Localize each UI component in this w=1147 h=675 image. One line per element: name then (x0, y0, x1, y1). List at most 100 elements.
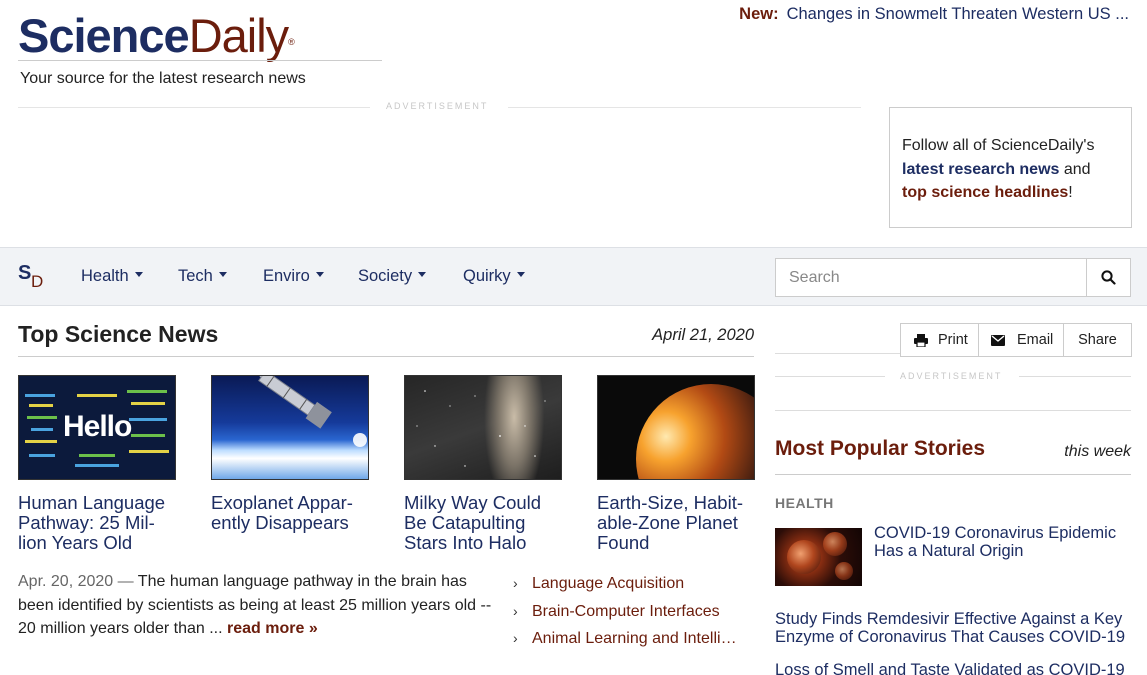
email-button[interactable]: Email (979, 324, 1063, 356)
word-decor (29, 454, 55, 457)
chevron-right-icon: › (513, 602, 518, 619)
story-thumbnail[interactable]: Hello (18, 375, 176, 480)
word-decor (75, 464, 119, 467)
related-topic-item[interactable]: › Animal Learning and Intelli… (513, 625, 753, 653)
printer-icon (914, 334, 928, 347)
nav-logo-s: S (18, 262, 32, 284)
related-topic-item[interactable]: › Language Acquisition (513, 570, 753, 598)
top-science-headlines-link[interactable]: top science headlines (902, 184, 1068, 201)
nav-tech[interactable]: Tech (178, 267, 227, 286)
new-headline-link[interactable]: Changes in Snowmelt Threaten Western US … (787, 5, 1129, 23)
story-thumbnail[interactable] (404, 375, 562, 480)
word-decor (29, 404, 53, 407)
summary-date: Apr. 20, 2020 — (18, 573, 134, 590)
story-thumbnail[interactable] (211, 375, 369, 480)
follow-bang: ! (1068, 184, 1073, 201)
new-headline-bar: New: Changes in Snowmelt Threaten Western… (739, 5, 1129, 24)
nav-enviro-label: Enviro (263, 267, 310, 285)
new-label: New: (739, 5, 779, 23)
word-decor (79, 454, 115, 457)
logo-daily: Daily (188, 9, 289, 62)
chevron-right-icon: › (513, 630, 518, 646)
sidebar-divider (775, 353, 900, 354)
related-topics-list: › Language Acquisition › Brain-Computer In… (513, 570, 753, 653)
chevron-down-icon (315, 272, 324, 278)
follow-and: and (1059, 160, 1091, 178)
search-button[interactable] (1086, 259, 1130, 296)
section-date: April 21, 2020 (652, 326, 754, 344)
latest-research-news-link[interactable]: latest research news (902, 161, 1059, 178)
popular-story-title[interactable]: COVID-19 Coronavirus Epidemic Has a Natu… (874, 524, 1131, 560)
side-ad-label: ADVERTISEMENT (900, 371, 1003, 381)
story-card[interactable]: Hello Human Language Pathway: 25 Mil- li… (18, 375, 176, 553)
story-summary: Apr. 20, 2020 — The human language pathw… (18, 570, 496, 641)
category-label: HEALTH (775, 495, 834, 511)
story-thumbnail[interactable] (597, 375, 755, 480)
site-logo[interactable]: ScienceDaily® (18, 9, 295, 62)
side-ad-divider-right (1019, 376, 1131, 377)
logo-divider (18, 60, 382, 61)
print-label: Print (938, 332, 968, 348)
chevron-down-icon (418, 272, 427, 278)
print-button[interactable]: Print (901, 324, 978, 356)
related-topic-item[interactable]: › Brain-Computer Interfaces (513, 598, 753, 626)
nav-home-logo[interactable]: S D (18, 262, 48, 292)
envelope-icon (991, 335, 1005, 346)
popular-divider (775, 474, 1131, 475)
search-box (775, 258, 1131, 297)
ad-divider-left (18, 107, 370, 108)
search-input[interactable] (776, 259, 1087, 296)
ad-label: ADVERTISEMENT (386, 101, 489, 111)
nav-quirky[interactable]: Quirky (463, 267, 525, 286)
chevron-down-icon (516, 272, 525, 278)
nav-health[interactable]: Health (81, 267, 143, 286)
side-ad-divider-left (775, 376, 885, 377)
chevron-down-icon (134, 272, 143, 278)
popular-title: Most Popular Stories (775, 437, 986, 460)
popular-story-title[interactable]: Study Finds Remdesivir Effective Against… (775, 610, 1135, 646)
thumbnail-hello-text: Hello (63, 410, 132, 443)
story-title[interactable]: Earth-Size, Habit- able-Zone Planet Foun… (597, 493, 755, 553)
virus-particle (787, 540, 821, 574)
story-title[interactable]: Human Language Pathway: 25 Mil- lion Yea… (18, 493, 176, 553)
stars-decor (416, 390, 546, 467)
story-title[interactable]: Exoplanet Appar- ently Disappears (211, 493, 369, 533)
word-decor (131, 434, 165, 437)
story-title[interactable]: Milky Way Could Be Catapulting Stars Int… (404, 493, 562, 553)
popular-period: this week (1064, 443, 1131, 460)
follow-text: Follow all of ScienceDaily's (902, 137, 1095, 154)
story-card[interactable]: Milky Way Could Be Catapulting Stars Int… (404, 375, 562, 553)
word-decor (129, 418, 167, 421)
story-card[interactable]: Exoplanet Appar- ently Disappears (211, 375, 369, 533)
word-decor (27, 416, 57, 419)
logo-science: Science (18, 9, 190, 62)
search-icon (1101, 270, 1116, 285)
word-decor (25, 440, 57, 443)
word-decor (131, 402, 165, 405)
nav-enviro[interactable]: Enviro (263, 267, 324, 286)
side-ad-bottom-divider (775, 410, 1131, 411)
satellite-icon (236, 376, 367, 447)
word-decor (77, 394, 117, 397)
ad-divider-right (508, 107, 861, 108)
popular-story-title[interactable]: Loss of Smell and Taste Validated as COV… (775, 661, 1135, 675)
email-label: Email (1017, 332, 1054, 348)
story-thumbnail[interactable] (775, 528, 862, 586)
virus-particle (823, 532, 847, 556)
share-button[interactable]: Share (1064, 324, 1131, 356)
read-more-link[interactable]: read more » (227, 620, 318, 637)
virus-particle (835, 562, 853, 580)
section-title: Top Science News (18, 321, 219, 347)
nav-tech-label: Tech (178, 267, 213, 285)
word-decor (31, 428, 53, 431)
word-decor (129, 450, 169, 453)
follow-box: Follow all of ScienceDaily's latest rese… (889, 107, 1132, 228)
story-card[interactable]: Earth-Size, Habit- able-Zone Planet Foun… (597, 375, 755, 553)
nav-logo-d: D (31, 272, 44, 291)
nav-society[interactable]: Society (358, 267, 427, 286)
nav-health-label: Health (81, 267, 129, 285)
chevron-right-icon: › (513, 575, 518, 591)
logo-registered: ® (288, 37, 295, 47)
related-topic-label: Animal Learning and Intelli… (532, 630, 737, 647)
related-topic-label: Language Acquisition (532, 575, 685, 592)
